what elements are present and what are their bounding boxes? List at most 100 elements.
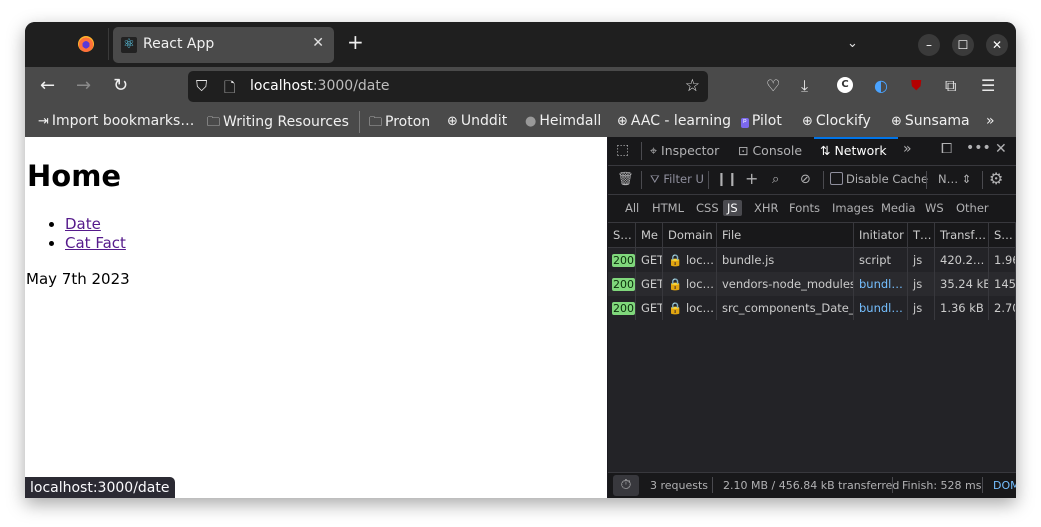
initiator-link[interactable]: bundl… [854,296,908,320]
bookmark-star-icon[interactable]: ☆ [685,76,700,96]
reload-button[interactable]: ↻ [113,76,128,96]
block-icon[interactable]: ⊘ [800,172,811,187]
nav-list-item: Date [65,215,126,234]
bookmark-writing-resources[interactable]: 🗀 Writing Resources [207,113,349,135]
size-cell: 2.70 [989,296,1016,320]
bookmark-unddit[interactable]: ⊕ Unddit [447,113,507,129]
transferred-cell: 1.36 kB [935,296,989,320]
maximize-button[interactable]: ☐ [952,34,974,56]
clear-trash-icon[interactable]: 🗑 [617,172,634,187]
close-tab-icon[interactable]: ✕ [312,35,324,51]
pocket-icon[interactable]: ♡ [766,77,780,95]
throttle-value: N… [938,172,959,186]
search-icon[interactable]: ⌕ [772,172,779,187]
forward-button[interactable]: → [76,76,91,96]
responsive-design-icon[interactable]: ⧠ [941,141,952,157]
url-host: localhost [250,78,313,94]
column-method[interactable]: Me [636,223,663,247]
tab-react-app[interactable]: ⚛ React App ✕ [113,27,334,63]
settings-gear-icon[interactable]: ⚙ [989,169,1003,188]
filter-other[interactable]: Other [952,200,993,216]
more-tabs-icon[interactable]: » [903,141,912,157]
filter-html[interactable]: HTML [648,200,688,216]
add-icon[interactable]: + [745,169,758,188]
column-file[interactable]: File [717,223,854,247]
bookmark-heimdall[interactable]: ● Heimdall [525,113,601,129]
download-icon[interactable]: ⤓ [801,77,808,95]
chevron-down-icon[interactable]: ⌄ [847,36,858,51]
performance-timer-icon[interactable]: ⏱ [613,475,639,496]
filter-xhr[interactable]: XHR [750,200,783,216]
page-icon[interactable]: 🗋 [224,77,235,101]
divider [982,171,983,189]
disable-cache-checkbox[interactable]: Disable Cache [830,172,928,186]
ublock-icon[interactable]: ⛊ [911,77,922,95]
filter-css[interactable]: CSS [692,200,723,216]
back-button[interactable]: ← [40,76,55,96]
request-row[interactable]: 200 GET 🔒 loc… src_components_Date_js.c … [608,296,1016,320]
initiator-link[interactable]: bundl… [854,272,908,296]
more-options-icon[interactable]: ••• [966,140,991,156]
filter-ws[interactable]: WS [921,200,948,216]
bookmark-label: Writing Resources [223,114,349,130]
browser-window: ⚛ React App ✕ + ⌄ – ☐ ✕ ← → ↻ ⛉ 🗋 localh… [25,22,1016,498]
bookmark-pilot[interactable]: ᵖ Pilot [741,113,782,129]
column-size[interactable]: S… [989,223,1016,247]
request-row[interactable]: 200 GET 🔒 loc… bundle.js script js 420.2… [608,248,1016,272]
pilot-icon: ᵖ [741,118,749,128]
page-heading: Home [27,159,122,193]
network-summary-footer: ⏱ 3 requests 2.10 MB / 456.84 kB transfe… [608,472,1016,498]
throttling-select[interactable]: N… ⇕ [938,172,971,186]
column-transferred[interactable]: Transf… [935,223,989,247]
globe-icon: ⊕ [447,114,458,129]
bookmark-aac-learning[interactable]: ⊕ AAC - learning [617,113,731,129]
filter-js[interactable]: JS [723,200,742,216]
bookmark-label: AAC - learning [630,113,732,129]
url-input[interactable]: localhost:3000/date [250,78,389,94]
new-tab-button[interactable]: + [347,32,364,52]
lock-icon: 🔒 [668,301,683,315]
cat-fact-link[interactable]: Cat Fact [65,234,126,252]
size-cell: 145. [989,272,1016,296]
column-initiator[interactable]: Initiator [854,223,908,247]
console-icon: ⊡ [738,143,753,158]
close-devtools-icon[interactable]: ✕ [995,141,1007,157]
file-cell: bundle.js [717,248,854,272]
column-type[interactable]: T… [908,223,935,247]
filter-media[interactable]: Media [877,200,920,216]
file-cell: src_components_Date_js.c [717,296,854,320]
bookmark-sunsama[interactable]: ⊕ Sunsama [891,113,970,129]
tab-inspector[interactable]: ⌖ Inspector [650,143,719,159]
date-link[interactable]: Date [65,215,101,233]
close-window-button[interactable]: ✕ [986,34,1008,56]
request-row[interactable]: 200 GET 🔒 loc… vendors-node_modules_m bu… [608,272,1016,296]
transferred-cell: 35.24 kB [935,272,989,296]
filter-fonts[interactable]: Fonts [785,200,824,216]
menu-icon[interactable]: ☰ [981,77,995,95]
filter-images[interactable]: Images [828,200,878,216]
filter-urls-input[interactable]: ⛛ Filter U [650,172,704,187]
bookmark-clockify[interactable]: ⊕ Clockify [802,113,871,129]
c-extension-icon[interactable]: C [837,77,853,93]
more-bookmarks-icon[interactable]: » [986,113,995,129]
column-domain[interactable]: Domain [663,223,717,247]
bookmark-import[interactable]: ⇥ Import bookmarks… [38,113,194,129]
bookmark-label: Sunsama [904,113,970,129]
filter-icon: ⛛ [650,172,664,186]
extensions-icon[interactable]: ⧉ [945,77,956,95]
divider [712,477,713,493]
shield-icon[interactable]: ⛉ [196,77,207,95]
finish-time: Finish: 528 ms [902,479,982,492]
minimize-button[interactable]: – [918,34,940,56]
url-bar[interactable]: ⛉ 🗋 localhost:3000/date ☆ [188,71,708,102]
nav-list-item: Cat Fact [65,234,126,253]
lock-extension-icon[interactable]: ◐ [874,77,888,95]
tab-console[interactable]: ⊡ Console [738,143,802,158]
pause-icon[interactable]: ❙❙ [716,172,738,187]
bookmark-proton[interactable]: 🗀 Proton [369,113,430,135]
element-picker-icon[interactable]: ⬚ [616,142,629,158]
divider [108,28,109,60]
tab-network[interactable]: ⇅ Network [820,143,887,158]
column-status[interactable]: S… [608,223,636,247]
filter-all[interactable]: All [621,200,643,216]
